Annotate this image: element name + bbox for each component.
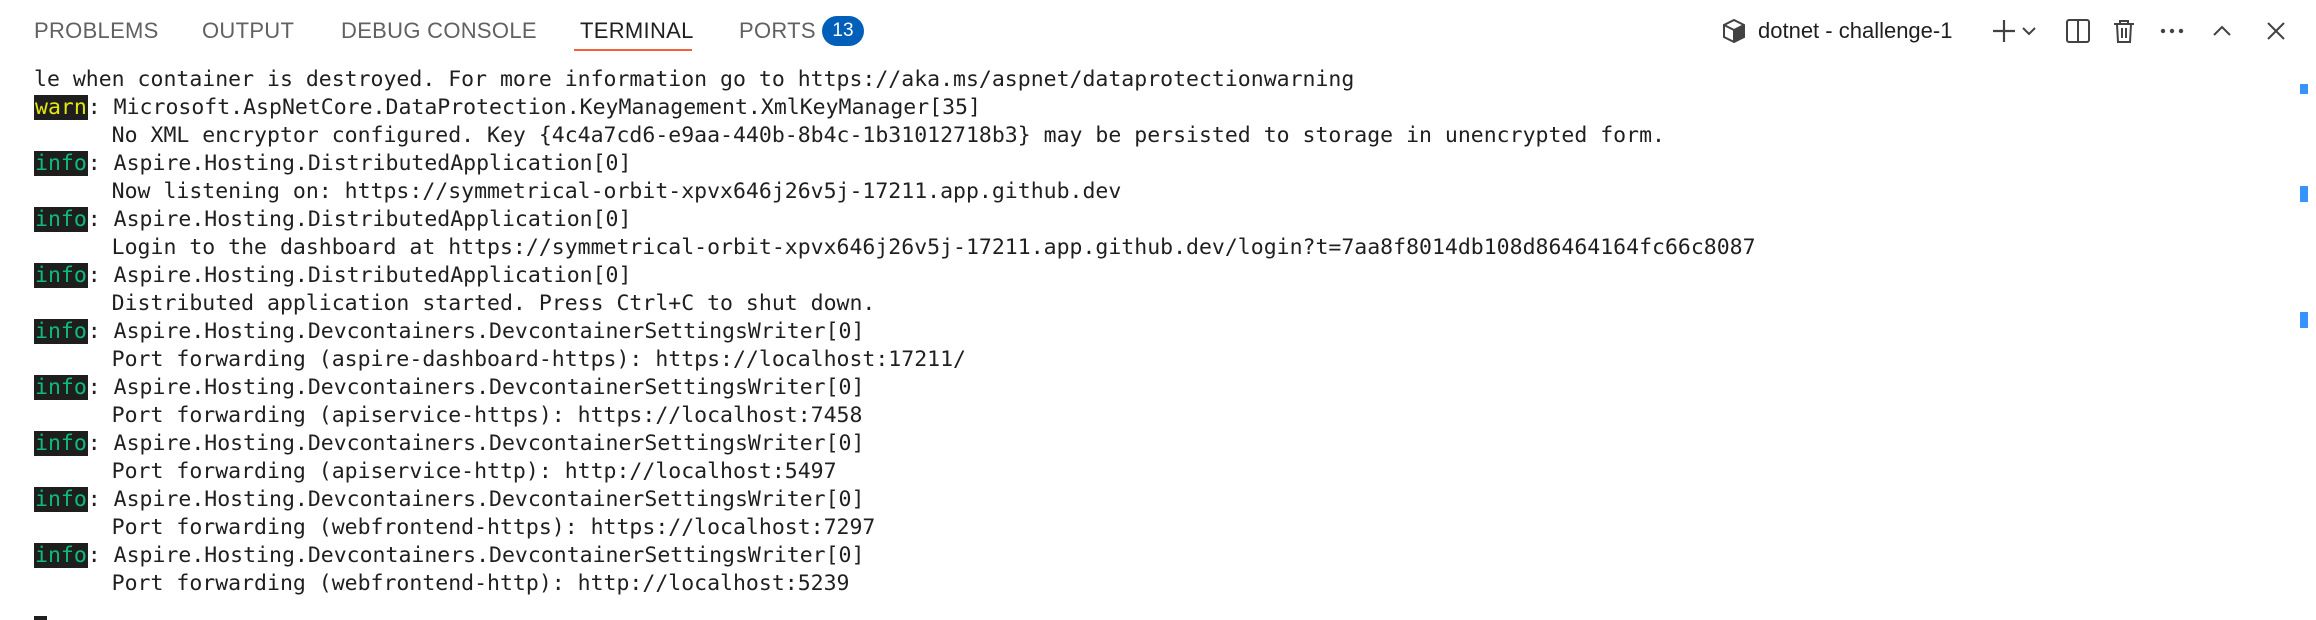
terminal-line: Port forwarding (webfrontend-https): htt… bbox=[34, 514, 876, 542]
terminal-line-text: Port forwarding (apiservice-http): http:… bbox=[34, 459, 837, 484]
terminal-line: Port forwarding (apiservice-http): http:… bbox=[34, 458, 837, 486]
terminal-line: No XML encryptor configured. Key {4c4a7c… bbox=[34, 122, 1665, 150]
terminal-line: Port forwarding (apiservice-https): http… bbox=[34, 402, 863, 430]
terminal-line: info: Aspire.Hosting.Devcontainers.Devco… bbox=[34, 374, 864, 402]
terminal-line-text: : Aspire.Hosting.DistributedApplication[… bbox=[87, 207, 632, 232]
overview-marker bbox=[2300, 186, 2308, 202]
trash-icon[interactable] bbox=[2106, 13, 2142, 49]
terminal-line: info: Aspire.Hosting.Devcontainers.Devco… bbox=[34, 430, 864, 458]
tab-ports[interactable]: PORTS bbox=[739, 16, 816, 46]
terminal-scrollbar[interactable] bbox=[2290, 62, 2316, 620]
tab-output[interactable]: OUTPUT bbox=[202, 16, 294, 46]
terminal-line: Login to the dashboard at https://symmet… bbox=[34, 234, 1756, 262]
terminal-line: info: Aspire.Hosting.Devcontainers.Devco… bbox=[34, 542, 864, 570]
terminal-line-text: Now listening on: https://symmetrical-or… bbox=[34, 179, 1122, 204]
terminal-line: warn: Microsoft.AspNetCore.DataProtectio… bbox=[34, 94, 981, 122]
terminal-line-text: Login to the dashboard at https://symmet… bbox=[34, 235, 1756, 260]
tab-terminal[interactable]: TERMINAL bbox=[580, 16, 694, 46]
terminal-line-text: : Aspire.Hosting.Devcontainers.Devcontai… bbox=[87, 375, 865, 400]
log-level-badge: info bbox=[34, 151, 88, 176]
terminal-line: le when container is destroyed. For more… bbox=[34, 66, 1354, 94]
terminal-instance-name[interactable]: dotnet - challenge-1 bbox=[1758, 16, 1952, 46]
terminal-output[interactable]: le when container is destroyed. For more… bbox=[0, 62, 2290, 620]
terminal-line: Distributed application started. Press C… bbox=[34, 290, 876, 318]
terminal-line: info: Aspire.Hosting.Devcontainers.Devco… bbox=[34, 318, 864, 346]
terminal-line: info: Aspire.Hosting.Devcontainers.Devco… bbox=[34, 486, 864, 514]
terminal-line: info: Aspire.Hosting.DistributedApplicat… bbox=[34, 262, 631, 290]
terminal-line: Port forwarding (webfrontend-http): http… bbox=[34, 570, 850, 598]
terminal-line: info: Aspire.Hosting.DistributedApplicat… bbox=[34, 206, 631, 234]
tab-debug-console[interactable]: DEBUG CONSOLE bbox=[341, 16, 537, 46]
log-level-badge: info bbox=[34, 375, 88, 400]
terminal-line-text: Port forwarding (apiservice-https): http… bbox=[34, 403, 863, 428]
log-level-badge: info bbox=[34, 487, 88, 512]
terminal-line-text: No XML encryptor configured. Key {4c4a7c… bbox=[34, 123, 1665, 148]
ports-count-badge: 13 bbox=[822, 16, 864, 46]
active-tab-indicator bbox=[574, 49, 692, 51]
overview-marker bbox=[2300, 312, 2308, 328]
terminal-line-text: : Microsoft.AspNetCore.DataProtection.Ke… bbox=[87, 95, 981, 120]
terminal-line-text: Distributed application started. Press C… bbox=[34, 291, 876, 316]
close-icon[interactable] bbox=[2258, 13, 2294, 49]
terminal-icon[interactable] bbox=[1716, 13, 1752, 49]
panel-header: PROBLEMS OUTPUT DEBUG CONSOLE TERMINAL P… bbox=[0, 0, 2316, 62]
terminal-line: info: Aspire.Hosting.DistributedApplicat… bbox=[34, 150, 631, 178]
log-level-badge: info bbox=[34, 319, 88, 344]
split-icon[interactable] bbox=[2060, 13, 2096, 49]
chevron-down-icon[interactable] bbox=[2016, 13, 2042, 49]
terminal-line: Now listening on: https://symmetrical-or… bbox=[34, 178, 1122, 206]
tab-problems[interactable]: PROBLEMS bbox=[34, 16, 159, 46]
log-level-badge: info bbox=[34, 543, 88, 568]
terminal-line-text: Port forwarding (webfrontend-https): htt… bbox=[34, 515, 876, 540]
terminal-line-text: : Aspire.Hosting.Devcontainers.Devcontai… bbox=[87, 431, 865, 456]
chevron-up-icon[interactable] bbox=[2204, 13, 2240, 49]
terminal-line-text: : Aspire.Hosting.Devcontainers.Devcontai… bbox=[87, 543, 865, 568]
terminal-line-text: : Aspire.Hosting.DistributedApplication[… bbox=[87, 263, 632, 288]
terminal-cursor bbox=[34, 616, 47, 620]
log-level-badge: info bbox=[34, 431, 88, 456]
ellipsis-icon[interactable] bbox=[2154, 13, 2190, 49]
terminal-line: Port forwarding (aspire-dashboard-https)… bbox=[34, 346, 966, 374]
log-level-badge: warn bbox=[34, 95, 88, 120]
overview-marker bbox=[2300, 84, 2308, 94]
terminal-line-text: : Aspire.Hosting.Devcontainers.Devcontai… bbox=[87, 487, 865, 512]
log-level-badge: info bbox=[34, 207, 88, 232]
terminal-line-text: Port forwarding (webfrontend-http): http… bbox=[34, 571, 850, 596]
terminal-line-text: Port forwarding (aspire-dashboard-https)… bbox=[34, 347, 966, 372]
terminal-line-text: : Aspire.Hosting.Devcontainers.Devcontai… bbox=[87, 319, 865, 344]
log-level-badge: info bbox=[34, 263, 88, 288]
terminal-line-text: le when container is destroyed. For more… bbox=[34, 67, 1355, 92]
terminal-line-text: : Aspire.Hosting.DistributedApplication[… bbox=[87, 151, 632, 176]
